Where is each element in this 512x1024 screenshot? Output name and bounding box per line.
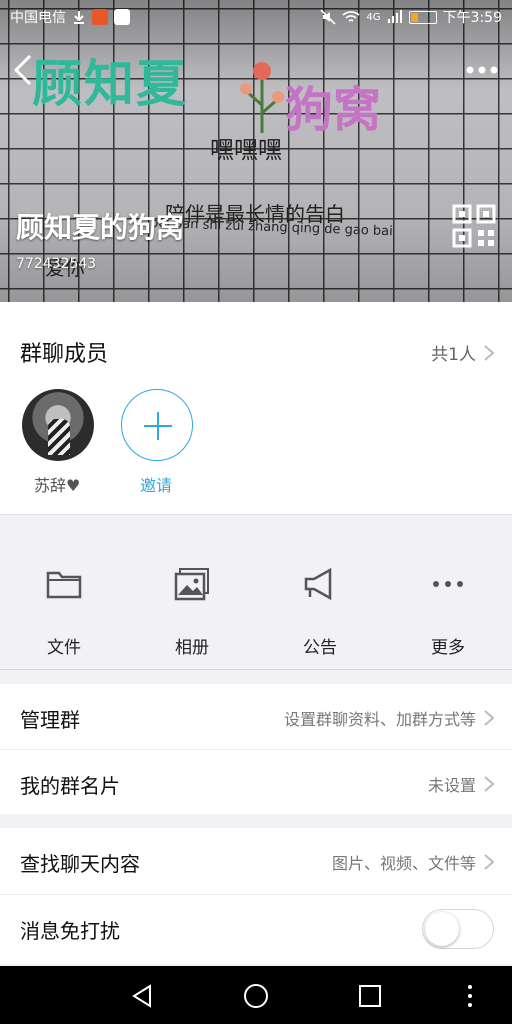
settings-item-do-not-disturb: 消息免打扰 <box>0 894 512 959</box>
album-icon <box>174 568 209 601</box>
action-grid: 文件 相册 公告 更多 <box>0 514 512 670</box>
invite-label: 邀请 <box>140 476 173 495</box>
mute-icon <box>320 9 336 25</box>
members-section: 群聊成员 共1人 苏辞♥ 邀请 <box>0 302 512 514</box>
clock: 下午3:59 <box>442 10 502 26</box>
nav-menu-icon[interactable] <box>456 982 484 1010</box>
action-more-label: 更多 <box>431 638 465 658</box>
wifi-icon <box>342 11 360 22</box>
status-bar: 中国电信 4G 下午3:59 <box>0 0 512 34</box>
cover-exclaim: 嘿嘿嘿 <box>210 136 282 164</box>
carrier-label: 中国电信 <box>10 10 66 26</box>
action-more[interactable]: 更多 <box>384 515 512 671</box>
action-announcement-label: 公告 <box>303 638 337 658</box>
members-title[interactable]: 群聊成员 <box>20 336 108 368</box>
video-app-icon <box>92 9 108 25</box>
chevron-right-icon <box>484 776 495 792</box>
action-album[interactable]: 相册 <box>128 515 256 671</box>
member-name: 苏辞♥ <box>34 476 81 495</box>
more-dots-icon <box>433 581 463 587</box>
flower-illustration <box>240 62 284 133</box>
settings-item-value: 图片、视频、文件等 <box>332 850 496 874</box>
members-count-label: 共1人 <box>431 345 476 365</box>
settings-item-my-card[interactable]: 我的群名片 未设置 <box>0 749 512 814</box>
megaphone-icon <box>304 567 332 601</box>
member-avatar[interactable] <box>22 389 94 461</box>
nav-back-icon[interactable] <box>128 982 156 1010</box>
network-type: 4G <box>366 11 381 23</box>
chevron-right-icon <box>484 710 495 726</box>
settings-item-value-text: 设置群聊资料、加群方式等 <box>283 710 476 729</box>
settings-item-label: 管理群 <box>20 708 80 732</box>
settings-item-value: 设置群聊资料、加群方式等 <box>284 706 496 730</box>
settings-item-manage-group[interactable]: 管理群 设置群聊资料、加群方式等 <box>0 684 512 749</box>
group-name[interactable]: 顾知夏的狗窝 <box>16 206 184 246</box>
signal-icon <box>387 10 402 23</box>
action-announcement[interactable]: 公告 <box>256 515 384 671</box>
group-info-screen: 中国电信 4G 下午3:59 顾知夏 狗窝 嘿嘿嘿 陪伴是最长情的告白 pei … <box>0 0 512 1024</box>
chevron-right-icon <box>484 854 495 870</box>
settings-item-search-chat[interactable]: 查找聊天内容 图片、视频、文件等 <box>0 828 512 893</box>
settings-item-label: 消息免打扰 <box>20 919 120 943</box>
group-id: 772432543 <box>16 256 97 272</box>
folder-icon <box>46 571 82 599</box>
settings-item-value-text: 未设置 <box>427 776 476 795</box>
members-count[interactable]: 共1人 <box>431 340 496 365</box>
settings-group-1: 管理群 设置群聊资料、加群方式等 我的群名片 未设置 <box>0 684 512 814</box>
cover-title-left: 顾知夏 <box>32 55 188 113</box>
action-album-label: 相册 <box>175 638 209 658</box>
qr-code-icon[interactable] <box>452 204 496 248</box>
nav-home-icon[interactable] <box>242 982 270 1010</box>
invite-button[interactable] <box>121 389 193 461</box>
settings-item-value-text: 图片、视频、文件等 <box>331 854 476 873</box>
settings-item-label: 我的群名片 <box>20 774 120 798</box>
settings-item-label: 查找聊天内容 <box>20 852 140 876</box>
do-not-disturb-toggle[interactable] <box>422 909 494 949</box>
action-files[interactable]: 文件 <box>0 515 128 671</box>
chevron-right-icon <box>484 344 495 361</box>
cover-title-right: 狗窝 <box>285 82 382 138</box>
map-app-icon <box>114 9 130 25</box>
more-options-icon[interactable] <box>462 58 502 82</box>
nav-recents-icon[interactable] <box>356 982 384 1010</box>
battery-icon <box>408 10 437 24</box>
action-files-label: 文件 <box>47 638 81 658</box>
download-icon <box>74 11 84 24</box>
settings-item-value: 未设置 <box>428 772 496 796</box>
back-arrow-icon[interactable] <box>8 52 42 88</box>
settings-group-2: 查找聊天内容 图片、视频、文件等 消息免打扰 <box>0 828 512 964</box>
system-nav-bar <box>0 966 512 1024</box>
